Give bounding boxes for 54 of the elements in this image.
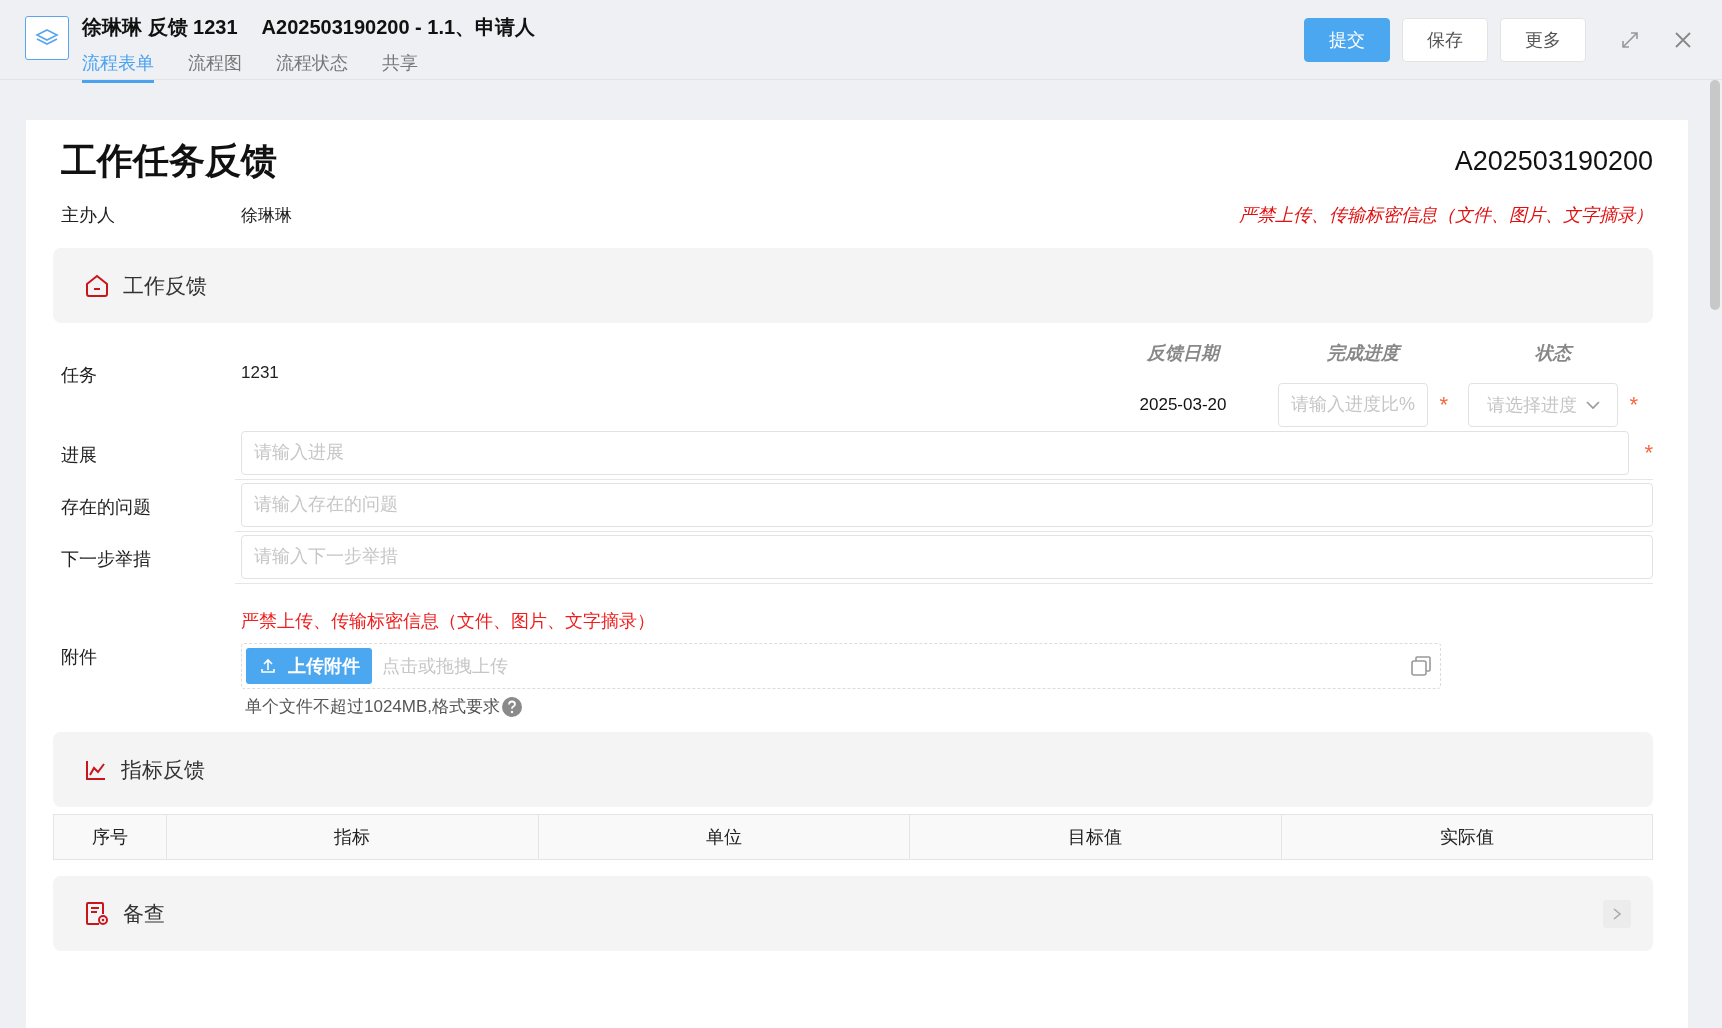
field-label: 附件 <box>61 646 98 669</box>
column-header: 指标 <box>166 814 538 860</box>
form-title: 工作任务反馈 <box>61 138 277 183</box>
required-mark: * <box>1643 439 1653 466</box>
column-header: 反馈日期 <box>1093 341 1273 370</box>
field-label: 主办人 <box>61 204 116 227</box>
column-header: 状态 <box>1453 341 1653 370</box>
house-icon <box>85 273 109 298</box>
field-label: 进展 <box>61 444 98 467</box>
feedback-date: 2025-03-20 <box>1139 394 1227 415</box>
action-button[interactable]: 保存 <box>1402 18 1488 62</box>
security-notice: 严禁上传、传输标密信息（文件、图片、文字摘录） <box>241 610 656 633</box>
chevron-down-icon <box>1585 399 1601 410</box>
column-header: 单位 <box>538 814 910 860</box>
layers-icon <box>25 16 69 60</box>
section-title: 备查 <box>123 900 165 927</box>
section-title: 指标反馈 <box>121 756 205 783</box>
line-chart-icon <box>85 758 107 781</box>
window-title: 徐琳琳 反馈 1231 <box>82 15 238 40</box>
required-mark: * <box>1628 391 1638 418</box>
copy-icon <box>1410 655 1432 677</box>
scrollbar[interactable] <box>1710 80 1720 310</box>
field-label: 存在的问题 <box>61 496 152 519</box>
upload-button[interactable]: 上传附件 <box>246 648 372 684</box>
column-header: 序号 <box>53 814 167 860</box>
size-hint: 单个文件不超过1024MB,格式要求 <box>245 696 501 718</box>
tab[interactable]: 共享 <box>382 51 418 83</box>
text-input[interactable]: 请输入存在的问题 <box>241 482 1653 527</box>
column-header: 目标值 <box>909 814 1281 860</box>
tab[interactable]: 流程图 <box>188 51 242 83</box>
progress-input[interactable]: 请输入进度比% <box>1278 382 1428 427</box>
tab[interactable]: 流程状态 <box>276 51 348 83</box>
close-icon[interactable] <box>1674 31 1692 49</box>
upload-dropzone[interactable]: 上传附件 点击或拖拽上传 <box>241 643 1441 689</box>
expand-icon[interactable] <box>1620 30 1640 50</box>
form-number: A202503190200 <box>1454 145 1653 177</box>
section-title: 工作反馈 <box>123 272 207 299</box>
tab[interactable]: 流程表单 <box>82 51 154 83</box>
help-icon[interactable] <box>502 696 523 717</box>
field-value: 1231 <box>241 363 279 384</box>
field-label: 任务 <box>61 364 98 387</box>
required-mark: * <box>1438 391 1448 418</box>
column-header: 完成进度 <box>1273 341 1453 370</box>
upload-icon <box>260 658 276 674</box>
column-header: 实际值 <box>1281 814 1653 860</box>
security-notice: 严禁上传、传输标密信息（文件、图片、文字摘录） <box>1239 204 1653 227</box>
field-label: 下一步举措 <box>61 548 152 571</box>
chevron-icon[interactable] <box>1603 899 1631 928</box>
field-value: 徐琳琳 <box>241 204 292 227</box>
action-button[interactable]: 更多 <box>1500 18 1586 62</box>
document-icon <box>85 900 109 927</box>
submit-button[interactable]: 提交 <box>1304 18 1390 62</box>
text-input[interactable]: 请输入进展 <box>241 430 1629 475</box>
window-subtitle: A202503190200 - 1.1、申请人 <box>261 15 536 40</box>
